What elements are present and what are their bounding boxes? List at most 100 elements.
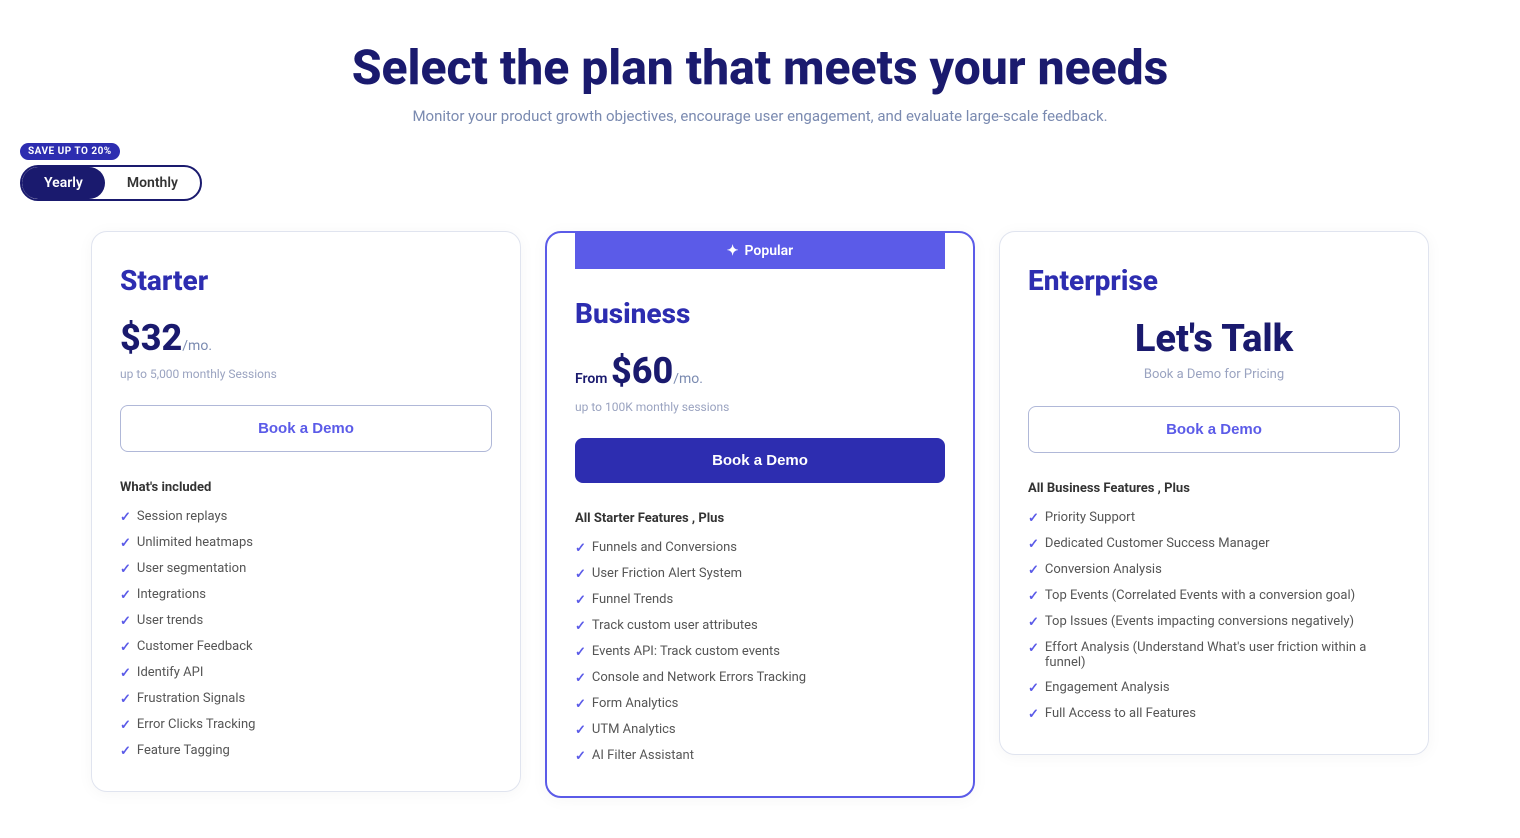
check-icon: ✓: [120, 640, 131, 655]
check-icon: ✓: [1028, 615, 1039, 630]
feature-text: AI Filter Assistant: [592, 748, 694, 763]
check-icon: ✓: [120, 692, 131, 707]
plan-card-starter: Starter $32/mo. up to 5,000 monthly Sessio…: [91, 231, 521, 792]
popular-label: Popular: [745, 243, 794, 259]
feature-item: ✓ Top Events (Correlated Events with a c…: [1028, 588, 1400, 604]
enterprise-price-sub: Book a Demo for Pricing: [1028, 367, 1400, 382]
billing-toggle: SAVE UP TO 20% Yearly Monthly: [20, 165, 202, 201]
feature-text: Unlimited heatmaps: [137, 535, 253, 550]
check-icon: ✓: [1028, 681, 1039, 696]
feature-text: Engagement Analysis: [1045, 680, 1170, 695]
feature-text: Error Clicks Tracking: [137, 717, 256, 732]
check-icon: ✓: [120, 510, 131, 525]
check-icon: ✓: [575, 541, 586, 556]
feature-item: ✓ Top Issues (Events impacting conversio…: [1028, 614, 1400, 630]
price-period: /mo.: [182, 338, 212, 354]
price-amount: $60: [611, 350, 673, 392]
plan-price-business: From $60/mo.: [575, 350, 945, 392]
price-sessions: up to 5,000 monthly Sessions: [120, 367, 492, 381]
feature-text: Identify API: [137, 665, 203, 680]
check-icon: ✓: [1028, 511, 1039, 526]
feature-text: Dedicated Customer Success Manager: [1045, 536, 1270, 551]
popular-banner: ✦ Popular: [575, 233, 945, 269]
feature-item: ✓ Frustration Signals: [120, 691, 492, 707]
check-icon: ✓: [575, 723, 586, 738]
enterprise-price: Let's Talk: [1028, 317, 1400, 361]
check-icon: ✓: [1028, 707, 1039, 722]
feature-item: ✓ Effort Analysis (Understand What's use…: [1028, 640, 1400, 670]
feature-item: ✓ Funnel Trends: [575, 592, 945, 608]
feature-item: ✓ Track custom user attributes: [575, 618, 945, 634]
features-list-enterprise: ✓ Priority Support ✓ Dedicated Customer …: [1028, 510, 1400, 722]
check-icon: ✓: [575, 619, 586, 634]
price-sessions: up to 100K monthly sessions: [575, 400, 945, 414]
billing-toggle-pill: Yearly Monthly: [20, 165, 202, 201]
check-icon: ✓: [120, 562, 131, 577]
plan-card-business: ✦ Popular BusinessFrom $60/mo.up to 100K…: [545, 231, 975, 798]
feature-item: ✓ Events API: Track custom events: [575, 644, 945, 660]
check-icon: ✓: [120, 588, 131, 603]
check-icon: ✓: [575, 645, 586, 660]
check-icon: ✓: [1028, 589, 1039, 604]
feature-item: ✓ AI Filter Assistant: [575, 748, 945, 764]
feature-item: ✓ Unlimited heatmaps: [120, 535, 492, 551]
feature-text: Effort Analysis (Understand What's user …: [1045, 640, 1400, 670]
feature-item: ✓ Dedicated Customer Success Manager: [1028, 536, 1400, 552]
feature-item: ✓ Funnels and Conversions: [575, 540, 945, 556]
feature-text: User Friction Alert System: [592, 566, 742, 581]
feature-text: Priority Support: [1045, 510, 1135, 525]
check-icon: ✓: [1028, 641, 1039, 656]
price-period: /mo.: [673, 371, 703, 387]
feature-item: ✓ User Friction Alert System: [575, 566, 945, 582]
check-icon: ✓: [1028, 537, 1039, 552]
check-icon: ✓: [575, 567, 586, 582]
book-demo-btn-enterprise[interactable]: Book a Demo: [1028, 406, 1400, 453]
plan-name-enterprise: Enterprise: [1028, 264, 1400, 297]
feature-item: ✓ Identify API: [120, 665, 492, 681]
feature-text: Feature Tagging: [137, 743, 230, 758]
check-icon: ✓: [120, 536, 131, 551]
feature-text: UTM Analytics: [592, 722, 676, 737]
feature-text: User segmentation: [137, 561, 246, 576]
feature-text: User trends: [137, 613, 203, 628]
feature-text: Top Issues (Events impacting conversions…: [1045, 614, 1354, 629]
feature-item: ✓ Full Access to all Features: [1028, 706, 1400, 722]
book-demo-btn-starter[interactable]: Book a Demo: [120, 405, 492, 452]
features-heading-business: All Starter Features , Plus: [575, 511, 945, 526]
popular-icon: ✦: [727, 243, 739, 259]
feature-item: ✓ Feature Tagging: [120, 743, 492, 759]
check-icon: ✓: [120, 718, 131, 733]
check-icon: ✓: [575, 697, 586, 712]
feature-text: Session replays: [137, 509, 228, 524]
price-amount: $32: [120, 317, 182, 359]
feature-text: Events API: Track custom events: [592, 644, 780, 659]
feature-item: ✓ User trends: [120, 613, 492, 629]
feature-item: ✓ User segmentation: [120, 561, 492, 577]
check-icon: ✓: [120, 666, 131, 681]
features-heading-enterprise: All Business Features , Plus: [1028, 481, 1400, 496]
feature-text: Integrations: [137, 587, 206, 602]
feature-text: Form Analytics: [592, 696, 678, 711]
feature-text: Track custom user attributes: [592, 618, 758, 633]
check-icon: ✓: [120, 744, 131, 759]
feature-item: ✓ Integrations: [120, 587, 492, 603]
check-icon: ✓: [120, 614, 131, 629]
features-list-starter: ✓ Session replays ✓ Unlimited heatmaps ✓…: [120, 509, 492, 759]
features-list-business: ✓ Funnels and Conversions ✓ User Frictio…: [575, 540, 945, 764]
page-title: Select the plan that meets your needs: [20, 40, 1500, 95]
feature-item: ✓ Priority Support: [1028, 510, 1400, 526]
monthly-toggle[interactable]: Monthly: [105, 167, 200, 199]
check-icon: ✓: [1028, 563, 1039, 578]
plan-price-starter: $32/mo.: [120, 317, 492, 359]
feature-item: ✓ UTM Analytics: [575, 722, 945, 738]
yearly-toggle[interactable]: Yearly: [22, 167, 105, 199]
feature-text: Customer Feedback: [137, 639, 253, 654]
feature-text: Funnel Trends: [592, 592, 673, 607]
feature-item: ✓ Session replays: [120, 509, 492, 525]
feature-item: ✓ Error Clicks Tracking: [120, 717, 492, 733]
book-demo-btn-business[interactable]: Book a Demo: [575, 438, 945, 483]
page-subtitle: Monitor your product growth objectives, …: [20, 107, 1500, 125]
plan-name-starter: Starter: [120, 264, 492, 297]
check-icon: ✓: [575, 671, 586, 686]
save-badge: SAVE UP TO 20%: [20, 143, 120, 160]
